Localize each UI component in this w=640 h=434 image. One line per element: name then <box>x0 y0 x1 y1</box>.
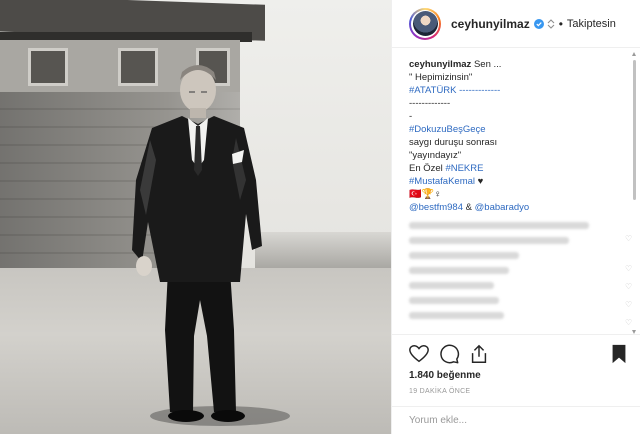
caption-text: En Özel <box>409 163 443 174</box>
post-sidebar: ceyhunyilmaz • Takiptesin ceyhunyilmaz S… <box>391 0 640 434</box>
comment-placeholder <box>409 222 589 229</box>
comment-input[interactable] <box>409 415 609 426</box>
post-header: ceyhunyilmaz • Takiptesin <box>392 0 640 48</box>
mention-babaradyo-link[interactable]: @babaradyo <box>475 202 530 213</box>
post-photo[interactable] <box>0 0 391 434</box>
separator-dot: • <box>558 16 563 31</box>
comment-placeholder <box>409 297 499 304</box>
comment-placeholder <box>409 267 509 274</box>
comment-placeholder <box>409 282 494 289</box>
caption-text: "yayındayız" <box>409 150 462 161</box>
caption-text: saygı duruşu sonrası <box>409 137 498 148</box>
share-icon[interactable] <box>468 343 490 365</box>
comment-placeholder <box>409 252 519 259</box>
emoji-line: 🇹🇷🏆♀ <box>409 189 442 200</box>
follow-status-button[interactable]: Takiptesin <box>567 18 616 30</box>
action-bar <box>392 334 640 374</box>
caption-text: - <box>409 111 413 122</box>
caption-text: " Hepimizinsin" <box>409 72 473 83</box>
heart-emoji: ♥ <box>477 176 484 187</box>
avatar[interactable] <box>412 11 438 36</box>
blurred-comments: ♡ ♡ ♡ ♡ ♡ <box>409 222 632 327</box>
like-count[interactable]: 1.840 beğenme <box>409 370 481 381</box>
post-caption: ceyhunyilmaz Sen ... " Hepimizinsin" #AT… <box>409 58 624 214</box>
comments-scrollbar[interactable] <box>632 52 637 334</box>
verified-badge-icon <box>533 18 544 29</box>
scroll-up-arrow-icon[interactable] <box>632 52 636 56</box>
comment-bar <box>392 406 640 434</box>
heart-icon[interactable] <box>408 343 430 365</box>
standing-man-figure <box>132 65 262 422</box>
hashtag-nekre-link[interactable]: #NEKRE <box>445 163 483 174</box>
more-options-icon[interactable] <box>547 18 555 29</box>
comment-placeholder <box>409 237 569 244</box>
comment-placeholder <box>409 312 504 319</box>
hashtag-dokuzubesgece-link[interactable]: #DokuzuBeşGeçe <box>409 123 624 136</box>
bookmark-icon[interactable] <box>608 343 630 365</box>
caption-text: & <box>465 202 472 213</box>
hashtag-mustafakemal-link[interactable]: #MustafaKemal <box>409 176 475 187</box>
scroll-thumb[interactable] <box>633 60 636 200</box>
hashtag-ataturk-link[interactable]: #ATATÜRK ------------- <box>409 84 624 97</box>
caption-text: ------------- <box>409 98 451 109</box>
caption-text: Sen ... <box>473 59 502 70</box>
post-timestamp[interactable]: 19 DAKİKA ÖNCE <box>409 388 470 395</box>
mention-bestfm984-link[interactable]: @bestfm984 <box>409 202 463 213</box>
story-ring[interactable] <box>409 7 441 40</box>
comment-icon[interactable] <box>438 343 460 365</box>
username-link[interactable]: ceyhunyilmaz <box>451 17 530 31</box>
caption-username-link[interactable]: ceyhunyilmaz <box>409 59 471 70</box>
